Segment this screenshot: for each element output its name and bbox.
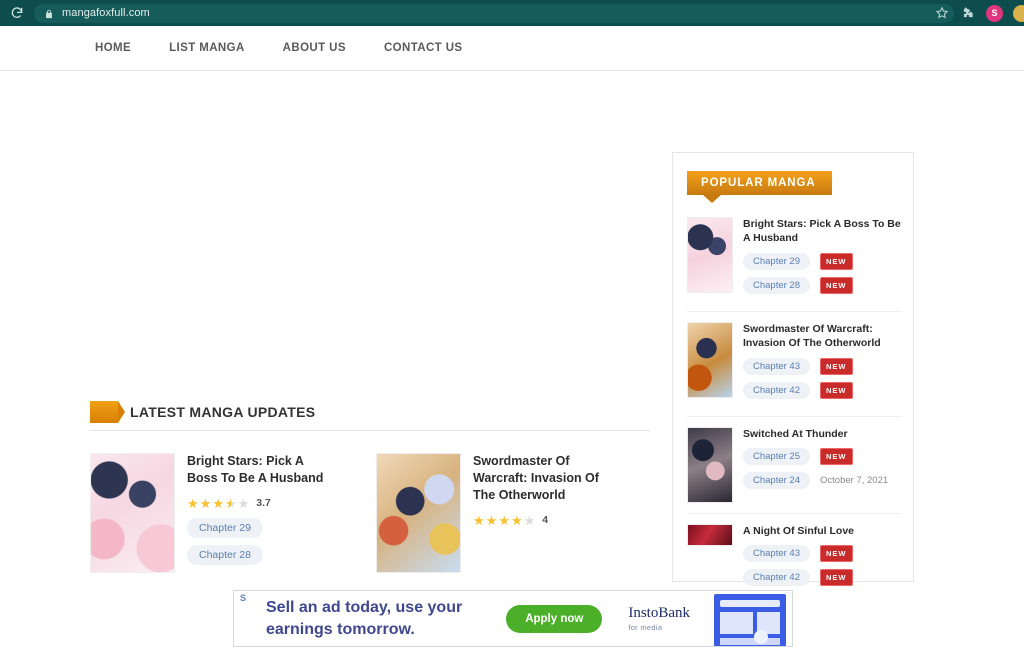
ad-marker: S [240,593,247,603]
status-badge: NEW [820,252,853,270]
chapter-row: Chapter 42 NEW [743,381,901,399]
rating-row: ★ ★ ★ ★ ★ 4 [473,514,616,527]
manga-card[interactable]: Bright Stars: Pick A Boss To Be A Husban… [90,453,330,573]
manga-title[interactable]: Bright Stars: Pick A Boss To Be A Husban… [187,453,330,487]
browser-window-illustration-icon [708,591,792,646]
browser-toolbar-actions: S [934,0,1024,26]
manga-cover-image[interactable] [376,453,461,573]
nav-item-about-us[interactable]: ABOUT US [283,42,346,54]
list-item[interactable]: Swordmaster Of Warcraft: Invasion Of The… [687,312,901,417]
chapter-chip[interactable]: Chapter 25 [743,448,811,466]
chapter-chip[interactable]: Chapter 43 [743,357,811,375]
avatar[interactable]: S [986,4,1003,22]
rating-value: 4 [542,514,549,527]
status-badge: NEW [820,569,853,587]
chapter-row: Chapter 42 NEW [743,569,901,587]
ad-banner[interactable]: S Sell an ad today, use your earnings to… [233,590,793,647]
list-item-body: Bright Stars: Pick A Boss To Be A Husban… [733,217,901,301]
chapter-chip[interactable]: Chapter 43 [743,545,811,563]
manga-title[interactable]: Bright Stars: Pick A Boss To Be A Husban… [743,217,901,246]
page-content: LATEST MANGA UPDATES Bright Stars: Pick … [0,71,1024,647]
chapter-chip[interactable]: Chapter 24 [743,472,811,490]
chapter-rows: Chapter 25 NEW Chapter 24 October 7, 202… [743,448,901,490]
manga-card-body: Bright Stars: Pick A Boss To Be A Husban… [175,453,330,573]
chapter-row: Chapter 43 NEW [743,357,901,375]
chapter-chip[interactable]: Chapter 29 [187,517,263,538]
ad-brand-sub: for media [628,623,663,632]
ad-brand: InstoBank for media [628,605,690,632]
manga-cover-image[interactable] [687,523,733,546]
ad-headline: Sell an ad today, use your earnings tomo… [266,598,463,638]
manga-cover-image[interactable] [687,321,733,398]
chapter-row: Chapter 24 October 7, 2021 [743,472,901,490]
section-header: LATEST MANGA UPDATES [90,400,650,431]
list-item-body: Swordmaster Of Warcraft: Invasion Of The… [733,322,901,406]
ribbon-wrap: POPULAR MANGA [673,153,913,203]
chapter-date: October 7, 2021 [820,475,889,487]
popular-manga-sidebar: POPULAR MANGA Bright Stars: Pick A Boss … [672,152,914,587]
chapter-row: Chapter 25 NEW [743,448,901,466]
flag-icon [90,400,125,423]
nav-item-home[interactable]: HOME [95,42,131,54]
status-badge: NEW [820,276,853,294]
star-rating-icon: ★ ★ ★ ★ ★ [187,495,250,511]
browser-toolbar: mangafoxfull.com S [0,0,1024,26]
chapter-chip[interactable]: Chapter 28 [743,276,811,294]
chapter-chip[interactable]: Chapter 29 [743,252,811,270]
apply-now-button[interactable]: Apply now [506,604,603,633]
manga-cover-image[interactable] [687,426,733,503]
address-bar[interactable]: mangafoxfull.com [34,3,954,23]
rating-row: ★ ★ ★ ★ ★ 3.7 [187,497,330,510]
status-badge: NEW [820,357,853,375]
manga-card[interactable]: Swordmaster Of Warcraft: Invasion Of The… [376,453,616,573]
chapter-rows: Chapter 29 NEW Chapter 28 NEW [743,252,901,294]
chapter-chip[interactable]: Chapter 42 [743,381,811,399]
popular-manga-ribbon: POPULAR MANGA [687,171,832,203]
manga-title[interactable]: A Night Of Sinful Love [743,524,901,538]
puzzle-icon[interactable] [960,5,976,21]
chapter-rows: Chapter 43 NEW Chapter 42 NEW [743,545,901,587]
list-item-body: Switched At Thunder Chapter 25 NEW Chapt… [733,427,901,503]
avatar-secondary[interactable] [1013,4,1024,22]
chapter-chip-list: Chapter 29 Chapter 28 [187,517,330,572]
site-navigation: HOME LIST MANGA ABOUT US CONTACT US [0,26,1024,70]
chapter-chip[interactable]: Chapter 42 [743,569,811,587]
manga-cover-image[interactable] [687,217,733,293]
nav-item-contact-us[interactable]: CONTACT US [384,42,463,54]
url-text: mangafoxfull.com [62,7,150,19]
manga-card-body: Swordmaster Of Warcraft: Invasion Of The… [461,453,616,573]
list-item[interactable]: Bright Stars: Pick A Boss To Be A Husban… [687,207,901,312]
popular-manga-list: Bright Stars: Pick A Boss To Be A Husban… [673,195,913,603]
chapter-row: Chapter 43 NEW [743,545,901,563]
manga-title[interactable]: Swordmaster Of Warcraft: Invasion Of The… [743,322,901,351]
list-item-body: A Night Of Sinful Love Chapter 43 NEW Ch… [733,524,901,593]
page-title: LATEST MANGA UPDATES [130,403,316,420]
chapter-row: Chapter 29 NEW [743,252,901,270]
rating-value: 3.7 [256,497,271,510]
chapter-chip[interactable]: Chapter 28 [187,544,263,565]
reload-icon[interactable] [8,4,26,22]
nav-item-list-manga[interactable]: LIST MANGA [169,42,245,54]
manga-cover-image[interactable] [90,453,175,573]
chapter-rows: Chapter 43 NEW Chapter 42 NEW [743,357,901,399]
status-badge: NEW [820,545,853,563]
manga-title[interactable]: Swordmaster Of Warcraft: Invasion Of The… [473,453,616,504]
lock-icon [44,7,54,19]
list-item[interactable]: Switched At Thunder Chapter 25 NEW Chapt… [687,417,901,514]
manga-title[interactable]: Switched At Thunder [743,427,901,441]
chapter-row: Chapter 28 NEW [743,276,901,294]
manga-card-grid: Bright Stars: Pick A Boss To Be A Husban… [90,453,650,573]
status-badge: NEW [820,381,853,399]
ad-brand-name: InstoBank [628,605,690,621]
status-badge: NEW [820,448,853,466]
latest-manga-section: LATEST MANGA UPDATES Bright Stars: Pick … [90,400,650,573]
star-rating-icon: ★ ★ ★ ★ ★ [473,512,536,528]
star-icon[interactable] [934,5,950,21]
